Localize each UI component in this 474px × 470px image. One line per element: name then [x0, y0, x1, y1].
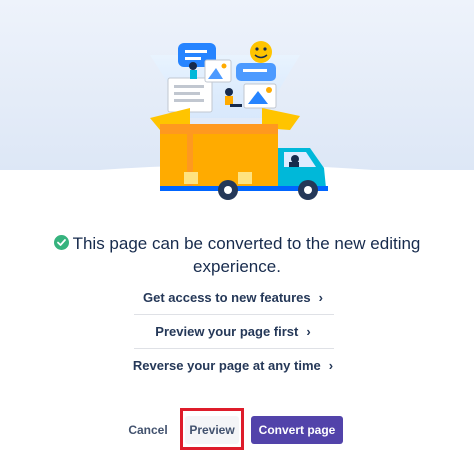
headline-line1: This page can be converted to the new ed…	[72, 234, 421, 253]
moving-truck-illustration	[0, 0, 474, 205]
chat-bubble-icon	[236, 63, 276, 81]
feature-label: Preview your page first	[155, 324, 299, 339]
preview-button[interactable]: Preview	[185, 416, 239, 444]
feature-label: Reverse your page at any time	[132, 358, 321, 373]
image-icon	[204, 59, 232, 83]
check-circle-icon	[53, 235, 69, 250]
headline-line2: experience.	[193, 257, 281, 276]
divider	[134, 348, 334, 349]
feature-link-new-features[interactable]: Get access to new features ›	[132, 282, 334, 313]
chevron-right-icon: ›	[306, 324, 311, 339]
person-figure	[189, 62, 197, 79]
feature-link-preview-first[interactable]: Preview your page first ›	[132, 316, 334, 347]
feature-label: Get access to new features	[143, 290, 311, 305]
smiley-icon	[250, 41, 272, 63]
hero-illustration	[0, 0, 474, 205]
document-icon	[167, 77, 213, 113]
wheel-icon	[218, 180, 238, 200]
image-icon	[243, 83, 277, 109]
cargo-box	[160, 124, 278, 188]
chevron-right-icon: ›	[328, 358, 334, 373]
convert-page-button[interactable]: Convert page	[251, 416, 343, 444]
chevron-right-icon: ›	[318, 290, 323, 305]
cancel-button[interactable]: Cancel	[124, 416, 172, 444]
conversion-headline: This page can be converted to the new ed…	[0, 232, 474, 278]
wheel-icon	[298, 180, 318, 200]
feature-link-reverse-page[interactable]: Reverse your page at any time ›	[122, 350, 344, 381]
divider	[134, 314, 334, 315]
